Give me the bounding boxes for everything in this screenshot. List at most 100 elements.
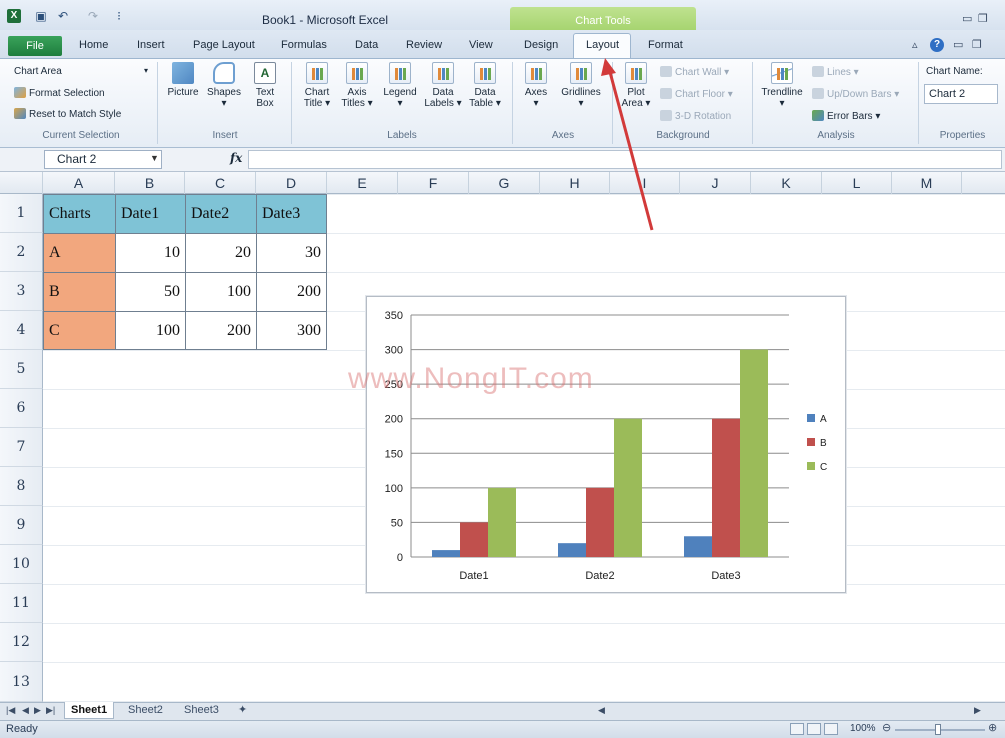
tab-page-layout[interactable]: Page Layout <box>193 39 255 51</box>
help-icon[interactable]: ? <box>930 38 944 52</box>
row-header-13[interactable]: 13 <box>0 662 43 702</box>
cell-d2[interactable]: 30 <box>256 233 327 273</box>
minimize-ribbon-icon[interactable]: ▵ <box>912 38 918 51</box>
plot-area-button[interactable]: Plot Area ▾ <box>618 62 654 109</box>
rotation-3d-button[interactable]: 3-D Rotation <box>660 110 731 122</box>
cell-b1[interactable]: Date1 <box>115 194 186 234</box>
up-down-bars-button[interactable]: Up/Down Bars ▾ <box>812 88 899 100</box>
first-sheet-icon[interactable]: |◀ <box>6 705 15 716</box>
bar-c-date3[interactable] <box>740 349 768 557</box>
column-header-a[interactable]: A <box>43 172 115 194</box>
sheet-tab-sheet1[interactable]: Sheet1 <box>64 702 115 719</box>
zoom-level[interactable]: 100% <box>850 723 876 734</box>
restore-icon[interactable]: ❐ <box>978 12 988 25</box>
cell-c4[interactable]: 200 <box>185 311 257 350</box>
cell-a2[interactable]: A <box>43 233 116 273</box>
row-header-2[interactable]: 2 <box>0 233 43 272</box>
bar-a-date3[interactable] <box>684 536 712 557</box>
zoom-in-icon[interactable]: ⊕ <box>988 721 997 734</box>
column-header-i[interactable]: I <box>610 172 680 194</box>
formula-input[interactable] <box>248 150 1002 169</box>
chart-elements-dropdown[interactable]: Chart Area ▾ <box>14 66 148 77</box>
name-box-dropdown-icon[interactable]: ▼ <box>150 153 159 163</box>
error-bars-button[interactable]: Error Bars ▾ <box>812 110 880 122</box>
cell-d1[interactable]: Date3 <box>256 194 327 234</box>
cell-a3[interactable]: B <box>43 272 116 312</box>
cell-c2[interactable]: 20 <box>185 233 257 273</box>
chart-name-input[interactable]: Chart 2 <box>924 84 998 104</box>
legend-button[interactable]: Legend ▾ <box>380 62 420 109</box>
row-header-1[interactable]: 1 <box>0 194 43 233</box>
tab-review[interactable]: Review <box>406 39 442 51</box>
row-header-5[interactable]: 5 <box>0 350 43 389</box>
gridlines-button[interactable]: Gridlines ▾ <box>556 62 606 109</box>
tab-formulas[interactable]: Formulas <box>281 39 327 51</box>
sheet-tab-sheet2[interactable]: Sheet2 <box>122 702 169 719</box>
select-all-corner[interactable] <box>0 172 43 194</box>
bar-a-date2[interactable] <box>558 543 586 557</box>
next-sheet-icon[interactable]: ▶ <box>34 705 41 716</box>
horizontal-scroll-right-icon[interactable]: ▶ <box>974 705 981 716</box>
tab-design[interactable]: Design <box>524 39 558 51</box>
row-header-4[interactable]: 4 <box>0 311 43 350</box>
row-header-3[interactable]: 3 <box>0 272 43 311</box>
column-header-g[interactable]: G <box>469 172 540 194</box>
zoom-out-icon[interactable]: ⊖ <box>882 721 891 734</box>
embedded-chart[interactable]: 0 50 100 150 200 250 300 350 Date1 Date2 Date3 A B C <box>366 296 846 593</box>
reset-to-match-style-button[interactable]: Reset to Match Style <box>14 108 121 120</box>
insert-text-box-button[interactable]: A Text Box <box>248 62 282 109</box>
row-header-8[interactable]: 8 <box>0 467 43 506</box>
column-chart[interactable]: 050100150200250300350Date1 Date2 Date3ABC <box>367 297 847 594</box>
cell-b3[interactable]: 50 <box>115 272 186 312</box>
bar-b-date1[interactable] <box>460 522 488 557</box>
axes-button[interactable]: Axes ▾ <box>518 62 554 109</box>
row-header-10[interactable]: 10 <box>0 545 43 584</box>
format-selection-button[interactable]: Format Selection <box>14 87 105 99</box>
last-sheet-icon[interactable]: ▶| <box>46 705 55 716</box>
column-header-j[interactable]: J <box>680 172 751 194</box>
column-header-l[interactable]: L <box>822 172 892 194</box>
column-header-h[interactable]: H <box>540 172 610 194</box>
minimize-icon[interactable]: ▭ <box>962 12 972 25</box>
data-table-button[interactable]: Data Table ▾ <box>466 62 504 109</box>
data-labels-button[interactable]: Data Labels ▾ <box>422 62 464 109</box>
tab-layout[interactable]: Layout <box>586 39 619 51</box>
cell-a4[interactable]: C <box>43 311 116 350</box>
column-header-b[interactable]: B <box>115 172 185 194</box>
column-header-m[interactable]: M <box>892 172 962 194</box>
cell-a1[interactable]: Charts <box>43 194 116 234</box>
horizontal-scroll-left-icon[interactable]: ◀ <box>598 705 605 716</box>
row-header-11[interactable]: 11 <box>0 584 43 623</box>
column-header-e[interactable]: E <box>327 172 398 194</box>
row-header-12[interactable]: 12 <box>0 623 43 662</box>
insert-picture-button[interactable]: Picture <box>164 62 202 98</box>
column-header-k[interactable]: K <box>751 172 822 194</box>
row-header-7[interactable]: 7 <box>0 428 43 467</box>
row-header-9[interactable]: 9 <box>0 506 43 545</box>
cell-c1[interactable]: Date2 <box>185 194 257 234</box>
tab-data[interactable]: Data <box>355 39 378 51</box>
normal-view-icon[interactable] <box>790 723 804 735</box>
row-header-6[interactable]: 6 <box>0 389 43 428</box>
cell-c3[interactable]: 100 <box>185 272 257 312</box>
lines-button[interactable]: Lines ▾ <box>812 66 859 78</box>
bar-c-date2[interactable] <box>614 418 642 557</box>
tab-view[interactable]: View <box>469 39 493 51</box>
page-break-view-icon[interactable] <box>824 723 838 735</box>
cell-d4[interactable]: 300 <box>256 311 327 350</box>
cell-d3[interactable]: 200 <box>256 272 327 312</box>
insert-function-icon[interactable]: fx <box>230 151 242 165</box>
cell-b2[interactable]: 10 <box>115 233 186 273</box>
bar-b-date3[interactable] <box>712 418 740 557</box>
column-header-f[interactable]: F <box>398 172 469 194</box>
tab-home[interactable]: Home <box>79 39 108 51</box>
chart-title-button[interactable]: Chart Title ▾ <box>298 62 336 109</box>
chart-wall-button[interactable]: Chart Wall ▾ <box>660 66 729 78</box>
sheet-tab-sheet3[interactable]: Sheet3 <box>178 702 225 719</box>
tab-file[interactable]: File <box>8 36 62 56</box>
column-header-c[interactable]: C <box>185 172 256 194</box>
page-layout-view-icon[interactable] <box>807 723 821 735</box>
workbook-minimize-icon[interactable]: ▭ <box>953 38 963 51</box>
column-header-d[interactable]: D <box>256 172 327 194</box>
tab-format[interactable]: Format <box>648 39 683 51</box>
